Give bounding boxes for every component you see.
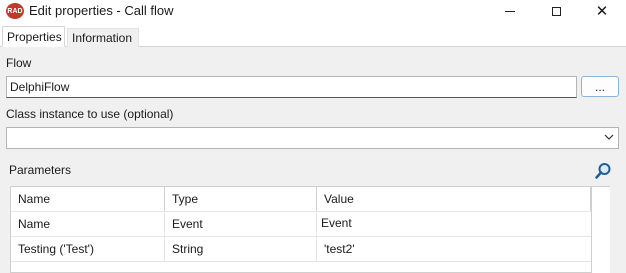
tab-label: Information <box>72 31 133 45</box>
class-instance-label: Class instance to use (optional) <box>6 107 174 121</box>
minimize-button[interactable] <box>487 0 533 22</box>
grid-scrollbar[interactable] <box>592 186 610 273</box>
browse-label: ... <box>594 79 605 94</box>
maximize-icon <box>551 6 561 16</box>
table-row[interactable]: Testing ('Test') String 'test2' <box>11 237 591 262</box>
table-row[interactable]: Name Event Event <box>11 212 591 237</box>
flow-input[interactable]: DelphiFlow <box>6 76 577 98</box>
param-type-cell: String <box>165 237 317 261</box>
param-value-cell[interactable]: Event <box>317 212 591 236</box>
window-title: Edit properties - Call flow <box>29 3 174 18</box>
column-header-value[interactable]: Value <box>317 187 591 211</box>
class-instance-combo[interactable] <box>6 127 619 149</box>
maximize-button[interactable] <box>533 0 579 22</box>
close-icon: ✕ <box>595 2 609 20</box>
flow-label: Flow <box>6 56 32 70</box>
column-header-type[interactable]: Type <box>165 187 317 211</box>
close-button[interactable]: ✕ <box>579 0 625 22</box>
app-icon: RAD <box>6 3 24 19</box>
param-type-cell: Event <box>165 212 317 236</box>
browse-button[interactable]: ... <box>581 76 619 97</box>
parameters-grid: Name Type Value Name Event Event Testing… <box>10 186 592 273</box>
tab-label: Properties <box>7 29 62 44</box>
parameters-label: Parameters <box>9 163 72 177</box>
tab-properties[interactable]: Properties <box>2 26 65 47</box>
grid-header-row: Name Type Value <box>11 187 591 212</box>
param-name-cell: Name <box>11 212 165 236</box>
title-bar: RAD Edit properties - Call flow ✕ <box>0 0 626 22</box>
tab-strip: Properties Information <box>0 26 626 47</box>
param-name-cell: Testing ('Test') <box>11 237 165 261</box>
param-value-cell[interactable]: 'test2' <box>317 237 591 261</box>
column-header-name[interactable]: Name <box>11 187 165 211</box>
tab-information[interactable]: Information <box>67 28 139 47</box>
flow-value: DelphiFlow <box>10 80 70 94</box>
minimize-icon <box>505 10 515 12</box>
search-icon[interactable] <box>594 162 612 180</box>
chevron-down-icon <box>604 134 614 140</box>
